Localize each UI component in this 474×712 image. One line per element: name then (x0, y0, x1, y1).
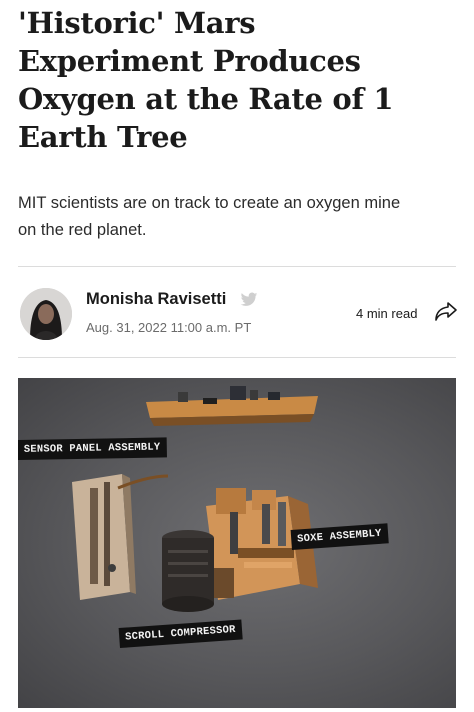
sensor-panel-frame (72, 474, 169, 600)
twitter-icon[interactable] (240, 292, 258, 308)
divider-bottom (18, 357, 456, 358)
headline-line: Oxygen at the Rate of 1 (18, 82, 394, 116)
author-name-link[interactable]: Monisha Ravisetti (86, 290, 226, 309)
dek-line: MIT scientists are on track to create an… (18, 194, 401, 212)
article-headline: 'Historic' Mars Experiment Produces Oxyg… (18, 4, 458, 156)
label-sensor-panel-assembly: SENSOR PANEL ASSEMBLY (18, 437, 167, 460)
avatar-portrait (20, 288, 72, 340)
moxie-assembly-illustration (72, 386, 318, 612)
headline-line: Experiment Produces (18, 44, 361, 78)
read-time: 4 min read (356, 306, 418, 321)
dek-line: on the red planet. (18, 221, 147, 239)
article-subheadline: MIT scientists are on track to create an… (18, 190, 458, 244)
author-avatar[interactable] (20, 288, 72, 340)
sensor-panel-board (146, 386, 318, 426)
divider-top (18, 266, 456, 267)
publish-date: Aug. 31, 2022 11:00 a.m. PT (86, 320, 252, 335)
hero-image: SENSOR PANEL ASSEMBLY SOXE ASSEMBLY SCRO… (18, 378, 456, 708)
headline-line: Earth Tree (18, 120, 188, 154)
headline-line: 'Historic' Mars (18, 6, 256, 40)
share-icon[interactable] (434, 301, 458, 323)
